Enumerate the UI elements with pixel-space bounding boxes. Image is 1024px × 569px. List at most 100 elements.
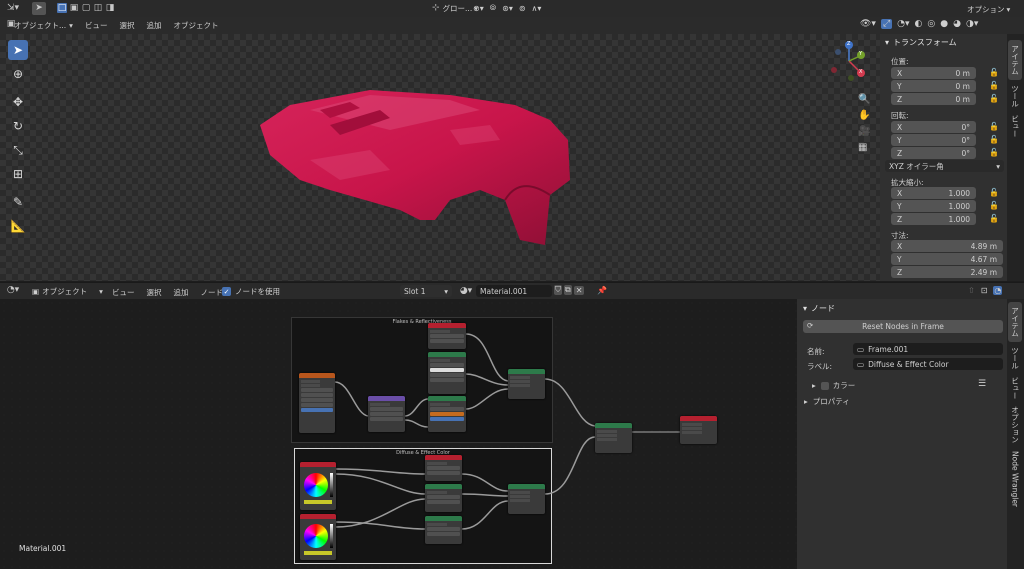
tab-tool[interactable]: ツール: [1008, 82, 1022, 110]
rotation-mode-dropdown[interactable]: XYZ オイラー角 ▾: [885, 160, 1004, 172]
node-mix-purple[interactable]: [368, 396, 405, 432]
location-z-field[interactable]: Z 0 m: [891, 93, 976, 105]
visibility-icon[interactable]: 👁▾: [860, 19, 876, 29]
name-field[interactable]: ▭ Frame.001: [853, 343, 1003, 355]
xray-icon[interactable]: ◐: [915, 19, 923, 29]
color-swatch[interactable]: [304, 551, 332, 555]
dimension-y-field[interactable]: Y 4.67 m: [891, 253, 1003, 265]
dimension-z-field[interactable]: Z 2.49 m: [891, 266, 1003, 278]
location-y-field[interactable]: Y 0 m: [891, 80, 976, 92]
tab-tool[interactable]: ツール: [1008, 344, 1022, 372]
mode-dropdown[interactable]: オブジェクト... ▾: [14, 19, 73, 31]
rotation-z-field[interactable]: Z 0°: [891, 147, 976, 159]
scale-x-field[interactable]: X 1.000: [891, 187, 976, 199]
color-wheel[interactable]: [304, 524, 328, 548]
proportional-edit-icon[interactable]: ⊚: [519, 4, 526, 13]
rotate-tool-icon[interactable]: ↻: [8, 116, 28, 136]
gizmo-toggle-icon[interactable]: ⤢: [880, 19, 893, 29]
lock-icon[interactable]: 🔓: [989, 148, 999, 158]
pin-icon[interactable]: 📌: [597, 286, 607, 295]
scale-z-field[interactable]: Z 1.000: [891, 213, 976, 225]
select-intersect-icon[interactable]: ◨: [105, 3, 115, 13]
annotate-tool-icon[interactable]: ✎: [8, 192, 28, 212]
lock-icon[interactable]: 🔓: [989, 201, 999, 211]
node-glossy-green-2[interactable]: [428, 396, 466, 432]
scale-y-field[interactable]: Y 1.000: [891, 200, 976, 212]
lock-icon[interactable]: 🔓: [989, 135, 999, 145]
pivot-icon[interactable]: ⊙▾: [473, 4, 484, 13]
material-shading-icon[interactable]: ◕: [953, 19, 961, 29]
snap-target-icon[interactable]: ⊛▾: [502, 4, 513, 13]
material-name-field[interactable]: Material.001: [476, 285, 552, 297]
snap-node-icon[interactable]: ⊡: [981, 286, 988, 295]
transform-tool-icon[interactable]: ⊞: [8, 164, 28, 184]
menu-add[interactable]: 追加: [147, 20, 162, 31]
node-mode-dropdown[interactable]: ▣ オブジェクト ▾: [32, 286, 103, 297]
camera-icon[interactable]: 🎥: [858, 126, 870, 137]
lock-icon[interactable]: 🔓: [989, 94, 999, 104]
node-mix-shader-bottom[interactable]: [508, 484, 545, 514]
reset-nodes-button[interactable]: ⟳ Reset Nodes in Frame: [803, 320, 1003, 333]
lock-icon[interactable]: 🔓: [989, 68, 999, 78]
list-icon[interactable]: ☰: [978, 379, 986, 389]
measure-tool-icon[interactable]: 📐: [8, 216, 28, 236]
pan-hand-icon[interactable]: ✋: [858, 110, 870, 121]
overlay-node-icon[interactable]: ◔: [993, 286, 1003, 295]
checkbox-checked-icon[interactable]: ✓: [222, 287, 231, 296]
lock-icon[interactable]: 🔓: [989, 214, 999, 224]
select-extend-icon[interactable]: ▣: [69, 3, 79, 13]
tab-options[interactable]: オプション: [1008, 404, 1022, 446]
tab-item[interactable]: アイテム: [1008, 40, 1022, 80]
node-mix-shader-top[interactable]: [508, 369, 545, 399]
node-glossy-green-1[interactable]: [428, 352, 466, 394]
node-rgb-2[interactable]: [300, 514, 336, 560]
grid-perspective-icon[interactable]: ▦: [858, 142, 870, 153]
slot-dropdown[interactable]: Slot 1 ▾: [400, 285, 452, 297]
label-field[interactable]: ▭ Diffuse & Effect Color: [853, 358, 1003, 370]
use-nodes-toggle[interactable]: ✓ ノードを使用: [222, 286, 280, 297]
editor-type-shader-icon[interactable]: ◔▾: [6, 285, 20, 296]
material-browse-icon[interactable]: ◕▾: [458, 286, 474, 296]
menu-view[interactable]: ビュー: [112, 287, 135, 298]
tab-node-wrangler[interactable]: Node Wrangler: [1008, 448, 1022, 510]
lock-icon[interactable]: 🔓: [989, 81, 999, 91]
dimension-x-field[interactable]: X 4.89 m: [891, 240, 1003, 252]
menu-select[interactable]: 選択: [120, 20, 135, 31]
node-texture-coordinate[interactable]: [299, 373, 335, 433]
node-texture-top[interactable]: [428, 323, 466, 349]
rotation-y-field[interactable]: Y 0°: [891, 134, 976, 146]
location-x-field[interactable]: X 0 m: [891, 67, 976, 79]
color-wheel[interactable]: [304, 473, 328, 497]
node-rgb-1[interactable]: [300, 462, 336, 510]
select-mode-group[interactable]: □ ▣ ▢ ◫ ◨: [57, 3, 115, 13]
tab-view[interactable]: ビュー: [1008, 112, 1022, 140]
node-section-header[interactable]: ▾ ノード: [803, 303, 835, 314]
select-invert-icon[interactable]: ◫: [93, 3, 103, 13]
lock-icon[interactable]: 🔓: [989, 122, 999, 132]
close-icon[interactable]: ✕: [573, 285, 585, 295]
solid-shading-icon[interactable]: ●: [940, 19, 948, 29]
node-material-output[interactable]: [680, 416, 717, 444]
parent-node-icon[interactable]: ⇧: [968, 286, 975, 295]
value-slider[interactable]: [330, 473, 333, 497]
value-slider[interactable]: [330, 524, 333, 548]
car-body-mesh[interactable]: [250, 80, 580, 250]
overlay-icon[interactable]: ◔▾: [897, 19, 909, 29]
node-diffuse-1[interactable]: [425, 484, 462, 512]
properties-subpanel-header[interactable]: ▸ プロパティ: [804, 396, 850, 407]
node-texture-mid[interactable]: [425, 455, 462, 481]
fake-user-shield-icon[interactable]: ⛉: [554, 285, 562, 295]
transform-orientation-dropdown[interactable]: ⊹ グロー... ▾: [432, 3, 478, 14]
select-subtract-icon[interactable]: ▢: [81, 3, 91, 13]
color-swatch[interactable]: [304, 500, 332, 504]
rendered-shading-icon[interactable]: ◑▾: [966, 19, 978, 29]
menu-view[interactable]: ビュー: [85, 20, 108, 31]
cursor-tool-icon[interactable]: ⊕: [8, 64, 28, 84]
menu-object[interactable]: オブジェクト: [174, 20, 219, 31]
tab-item[interactable]: アイテム: [1008, 302, 1022, 342]
options-dropdown[interactable]: オプション ▾: [967, 4, 1010, 15]
duplicate-icon[interactable]: ⧉: [564, 285, 572, 295]
move-tool-icon[interactable]: ✥: [8, 92, 28, 112]
select-tool-icon[interactable]: ➤: [32, 2, 46, 15]
wireframe-shading-icon[interactable]: ◎: [927, 19, 935, 29]
